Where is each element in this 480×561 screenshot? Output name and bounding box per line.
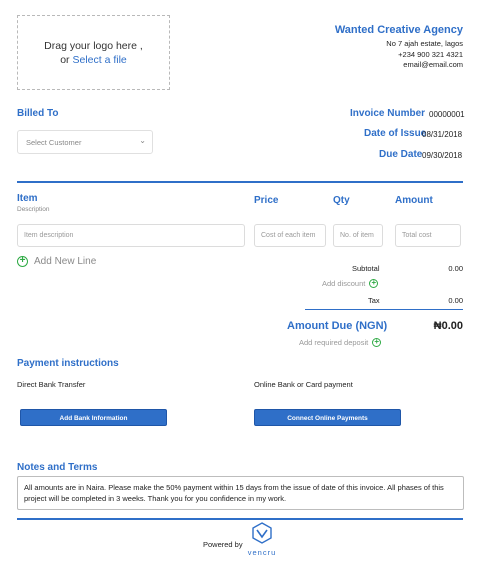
powered-by-label: Powered by (203, 540, 243, 549)
qty-placeholder: No. of item (340, 232, 374, 239)
company-name[interactable]: Wanted Creative Agency (335, 24, 463, 36)
vencru-logo: vencru (247, 522, 277, 557)
add-new-line-button[interactable]: + Add New Line (17, 256, 96, 267)
qty-input[interactable]: No. of item (333, 224, 383, 247)
company-phone: +234 900 321 4321 (398, 49, 463, 59)
amount-placeholder: Total cost (402, 232, 432, 239)
chevron-down-icon: ⌄ (139, 136, 146, 145)
add-circle-icon: + (369, 279, 379, 288)
item-description-input[interactable]: Item description (17, 224, 245, 247)
customer-select[interactable]: Select Customer ⌄ (17, 130, 153, 154)
item-column-header: Item (17, 193, 38, 204)
logo-upload-text: Drag your logo here , (44, 39, 143, 52)
notes-heading: Notes and Terms (17, 462, 98, 473)
header-divider (17, 181, 463, 183)
subtotal-label: Subtotal (352, 264, 380, 273)
subtotal-value: 0.00 (448, 264, 463, 273)
summary-divider (305, 309, 463, 310)
add-deposit-link[interactable]: Add required deposit + (299, 338, 382, 347)
amount-due-label: Amount Due (NGN) (287, 320, 388, 332)
billed-to-label: Billed To (17, 108, 59, 119)
connect-online-payments-button[interactable]: Connect Online Payments (254, 409, 401, 426)
amount-column-header: Amount (395, 195, 433, 206)
qty-column-header: Qty (333, 195, 350, 206)
invoice-number[interactable]: 00000001 (429, 110, 465, 119)
price-placeholder: Cost of each item (261, 232, 316, 239)
online-payment-label: Online Bank or Card payment (254, 380, 353, 389)
add-circle-icon: + (17, 256, 28, 267)
logo-upload-dropzone[interactable]: Drag your logo here , or Select a file (17, 15, 170, 90)
price-input[interactable]: Cost of each item (254, 224, 326, 247)
payment-instructions-heading: Payment instructions (17, 358, 119, 369)
direct-bank-transfer-label: Direct Bank Transfer (17, 380, 86, 389)
logo-upload-or: or (60, 53, 70, 66)
company-address: No 7 ajah estate, lagos (386, 39, 463, 48)
tax-label: Tax (368, 296, 380, 305)
add-deposit-label: Add required deposit (299, 338, 369, 347)
date-of-issue-label: Date of Issue (364, 128, 427, 139)
amount-input[interactable]: Total cost (395, 224, 461, 247)
add-discount-label: Add discount (322, 279, 366, 288)
footer-divider (17, 518, 463, 520)
select-file-link[interactable]: Select a file (72, 54, 126, 66)
add-circle-icon: + (372, 338, 382, 347)
company-email: email@email.com (403, 60, 463, 69)
invoice-number-label: Invoice Number (350, 108, 426, 119)
due-date-label: Due Date (379, 149, 423, 160)
customer-select-placeholder: Select Customer (26, 138, 82, 147)
vencru-logo-icon (252, 522, 272, 544)
price-column-header: Price (254, 195, 279, 206)
due-date[interactable]: 09/30/2018 (422, 151, 462, 160)
add-discount-link[interactable]: Add discount + (322, 279, 379, 288)
item-description-placeholder: Item description (24, 232, 74, 239)
notes-textarea[interactable]: All amounts are in Naira. Please make th… (17, 476, 464, 510)
add-new-line-label: Add New Line (34, 256, 97, 267)
date-of-issue[interactable]: 08/31/2018 (422, 130, 462, 139)
description-column-header: Description (17, 206, 50, 213)
vencru-brand-text: vencru (247, 548, 277, 557)
amount-due-value: ₦0.00 (433, 320, 463, 332)
company-info: Wanted Creative Agency No 7 ajah estate,… (335, 24, 463, 71)
tax-value: 0.00 (448, 296, 463, 305)
add-bank-information-button[interactable]: Add Bank Information (20, 409, 167, 426)
